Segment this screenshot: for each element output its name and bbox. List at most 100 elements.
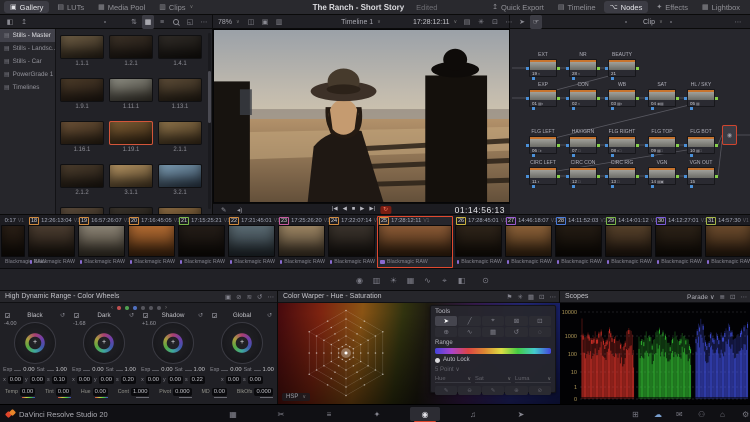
node-flg-left[interactable]: FLG LEFT06□◐	[529, 136, 557, 154]
coord-value-field[interactable]: 0.00	[8, 376, 23, 384]
top-tab-nodes[interactable]: ⌥Nodes	[604, 1, 649, 13]
zone-enable-checkbox[interactable]: ✓	[5, 313, 10, 318]
node-flg-right[interactable]: FLG RIGHT08◐□	[608, 136, 636, 154]
gallery-still-1.4.1[interactable]: 1.4.1	[158, 35, 202, 67]
field-luma[interactable]: Luma∨	[515, 376, 551, 383]
clip-30[interactable]: 3014:12:27:01V1Blackmagic RAW	[654, 216, 703, 268]
gallery-still-1.2.1[interactable]: 1.2.1	[109, 35, 153, 67]
gallery-still-2.1.1[interactable]: 2.1.1	[158, 121, 202, 153]
node-exp[interactable]: EXP01▦◐	[529, 89, 557, 107]
hdr-wheels-icon[interactable]: ☀	[386, 273, 401, 288]
top-tab-clips[interactable]: ▥Clips∨	[153, 1, 199, 13]
gallery-still-1.1.1[interactable]: 1.1.1	[60, 35, 104, 67]
sidebar-item-stills-master[interactable]: ▤Stills - Master	[0, 29, 55, 42]
global-slider[interactable]	[95, 397, 108, 398]
coord-value-field[interactable]: 0.20	[121, 376, 136, 384]
node-con[interactable]: CON02◐	[569, 89, 597, 107]
pen-minus-icon[interactable]: ✎	[482, 386, 504, 395]
viewer-timecode[interactable]: 17:28:12:11∨	[413, 15, 457, 29]
gallery-still-3.1.1[interactable]: 3.1.1	[109, 164, 153, 196]
coord-value-field[interactable]: 0.00	[226, 376, 241, 384]
expand-icon[interactable]: ⊡	[730, 293, 735, 301]
clear-icon[interactable]: ⊘	[529, 386, 551, 395]
clip-26[interactable]: 2617:28:45:01V1Blackmagic RAW	[454, 216, 503, 268]
exp-slider[interactable]	[221, 370, 228, 371]
rotate-tool-icon[interactable]: ◌	[529, 327, 551, 337]
clip-21[interactable]: 2117:15:25:21V1Blackmagic RAW	[177, 216, 226, 268]
select-tool-icon[interactable]: ⊠	[505, 316, 527, 326]
node-sat[interactable]: SAT04◉▦	[648, 89, 676, 107]
node-hay-grn[interactable]: HAY/GRN07□	[569, 136, 597, 154]
color-wheels-icon[interactable]: ◉	[352, 273, 367, 288]
node-hl-sky[interactable]: HL / SKY05▦	[687, 89, 715, 107]
node-circ-rig[interactable]: CIRC RIG13□	[608, 167, 636, 185]
highlight-icon[interactable]: ▥	[273, 15, 285, 29]
home-icon[interactable]: ⌂	[720, 405, 725, 422]
gallery-still[interactable]	[109, 207, 153, 214]
grid-icon[interactable]: ▦	[528, 293, 534, 301]
sat-slider[interactable]	[185, 370, 192, 371]
page-dot-2[interactable]	[125, 306, 129, 310]
bypass-icon[interactable]: ⊘	[236, 293, 241, 301]
gear-icon[interactable]: ⚙	[742, 405, 749, 422]
mesh-tool-icon[interactable]: ▦	[482, 327, 504, 337]
node-vgn[interactable]: VGN14▦▣	[648, 167, 676, 185]
clip-29[interactable]: 2914:14:01:12V1Blackmagic RAW	[604, 216, 653, 268]
node-beauty[interactable]: BEAUTY21	[608, 59, 636, 77]
cloud-icon[interactable]: ☁	[654, 405, 662, 422]
expand-icon[interactable]: ⊡	[539, 293, 544, 301]
page-cut[interactable]: ✂	[266, 407, 296, 421]
motion-effects-icon[interactable]: ⊙	[478, 273, 493, 288]
global-value-field[interactable]: 1.000	[131, 388, 150, 396]
coord-value-field[interactable]: 0.00	[30, 376, 45, 384]
global-slider[interactable]	[22, 397, 35, 398]
color-wheel-black[interactable]: +	[14, 322, 56, 364]
zone-enable-checkbox[interactable]: ✓	[143, 313, 148, 318]
clip-partial[interactable]: 0:17V1Blackmagic RAW	[0, 216, 26, 268]
node-circ-con[interactable]: CIRC CON12□	[569, 167, 597, 185]
workspace-icon[interactable]: ⊞	[632, 405, 639, 422]
grab-still-icon[interactable]: ◧	[4, 15, 16, 29]
auto-lock-checkbox[interactable]: Auto Lock	[435, 357, 551, 363]
keyframe-icon[interactable]: ≋	[247, 293, 252, 301]
scrollbar-thumb[interactable]	[208, 71, 211, 123]
export-still-icon[interactable]: ↥	[18, 15, 30, 29]
sidebar-item-timelines[interactable]: ▤Timelines	[0, 81, 55, 94]
sat-slider[interactable]	[254, 370, 261, 371]
sidebar-item-stills-landsc-[interactable]: ▤Stills - Landsc...	[0, 42, 55, 55]
color-wheel-shadow[interactable]: +	[152, 322, 194, 364]
viewer-color-icon[interactable]: ✳	[475, 15, 487, 29]
timeline-select[interactable]: Timeline 1∨	[341, 15, 381, 29]
gallery-scrollbar[interactable]	[208, 33, 211, 209]
coord-value-field[interactable]: 0.00	[146, 376, 161, 384]
clip-27[interactable]: 2714:46:18:07V1Blackmagic RAW	[504, 216, 553, 268]
page-dot-4[interactable]	[141, 306, 145, 310]
reset-icon[interactable]: ↺	[267, 312, 272, 319]
node-nr[interactable]: NR28◐	[569, 59, 597, 77]
layout-icon[interactable]: ≣	[720, 293, 725, 301]
page-fusion[interactable]: ✦	[362, 407, 392, 421]
power-window-icon[interactable]: ◧	[454, 273, 469, 288]
top-tab-media-pool[interactable]: ▦Media Pool	[92, 1, 151, 13]
clip-31[interactable]: 3114:57:30V1Blackmagic RAW	[704, 216, 750, 268]
page-color[interactable]: ◉	[410, 407, 440, 421]
field-sat[interactable]: Sat∨	[475, 376, 511, 383]
field-hue[interactable]: Hue∨	[435, 376, 471, 383]
options-icon[interactable]: ⋯	[268, 293, 275, 301]
gallery-still-3.2.1[interactable]: 3.2.1	[158, 164, 202, 196]
expand-tool-icon[interactable]: ⊡	[529, 316, 551, 326]
global-slider[interactable]	[136, 397, 149, 398]
clip-24[interactable]: 2417:22:07:14V1Blackmagic RAW	[327, 216, 376, 268]
pin-tool-icon[interactable]: ⌖	[482, 316, 504, 326]
coord-value-field[interactable]: 0.22	[190, 376, 205, 384]
gallery-still-1.11.1[interactable]: 1.11.1	[109, 78, 153, 110]
exp-slider[interactable]	[14, 370, 21, 371]
primaries-bars-icon[interactable]: ▥	[369, 273, 384, 288]
gallery-still-1.9.1[interactable]: 1.9.1	[60, 78, 104, 110]
node-flg-top[interactable]: FLG TOP09▦□	[648, 136, 676, 154]
reset-tool-icon[interactable]: ↺	[505, 327, 527, 337]
coord-value-field[interactable]: 0.00	[248, 376, 263, 384]
reset-icon[interactable]: ↺	[129, 312, 134, 319]
page-fairlight[interactable]: ♫	[458, 407, 488, 421]
clip-28[interactable]: 2814:11:52:03V1Blackmagic RAW	[554, 216, 603, 268]
